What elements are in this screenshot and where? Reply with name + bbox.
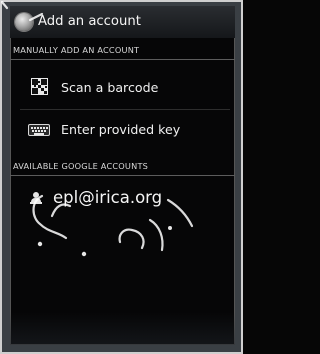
manual-section-header: MANUALLY ADD AN ACCOUNT (10, 42, 235, 60)
enter-key-label: Enter provided key (61, 122, 181, 137)
dialog-titlebar: Add an account (10, 6, 235, 38)
account-email: epl@irica.org (53, 188, 163, 207)
section-divider (10, 175, 235, 176)
dialog-title: Add an account (38, 14, 141, 29)
manual-section-label: MANUALLY ADD AN ACCOUNT (13, 45, 140, 55)
scan-barcode-label: Scan a barcode (61, 80, 159, 95)
app-icon (15, 13, 33, 31)
enter-key-option[interactable]: Enter provided key (10, 110, 235, 152)
section-divider (10, 59, 235, 60)
add-account-dialog: Add an account MANUALLY ADD AN ACCOUNT S… (10, 6, 235, 345)
scan-barcode-option[interactable]: Scan a barcode (10, 68, 235, 110)
google-account-item[interactable]: epl@irica.org (10, 184, 235, 218)
google-section-header: AVAILABLE GOOGLE ACCOUNTS (10, 158, 235, 176)
google-section-label: AVAILABLE GOOGLE ACCOUNTS (13, 161, 149, 171)
person-icon (30, 192, 42, 204)
barcode-icon (31, 78, 48, 95)
footer-fade (10, 312, 235, 345)
keyboard-icon (28, 124, 50, 136)
